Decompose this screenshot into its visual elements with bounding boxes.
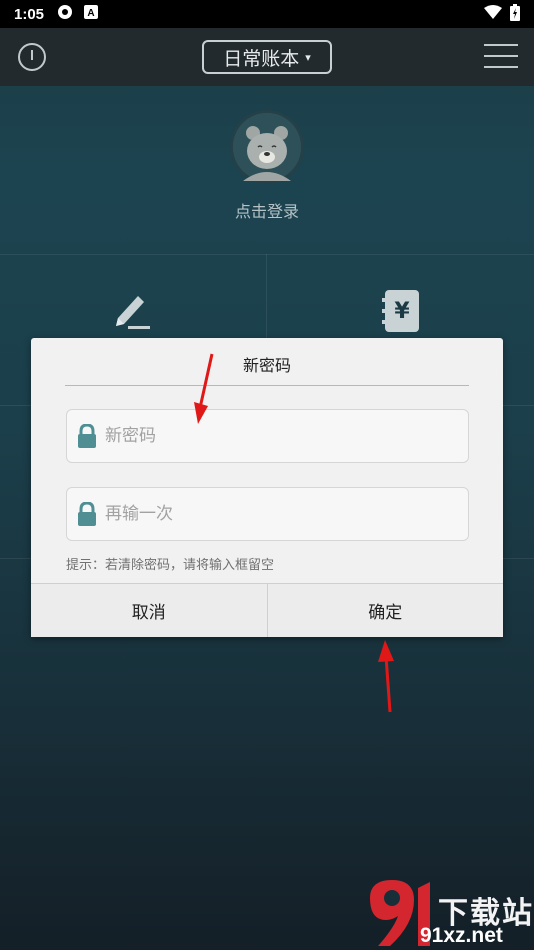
confirm-password-input[interactable] [105, 504, 445, 524]
annotation-arrow-icon [378, 640, 394, 713]
grid-divider [0, 254, 534, 255]
confirm-password-field[interactable] [66, 487, 469, 541]
dialog-title: 新密码 [242, 356, 291, 375]
settings-app-icon [56, 3, 74, 25]
chevron-down-icon: ▾ [305, 50, 311, 64]
status-time: 1:05 [14, 5, 45, 23]
app-toolbar: 日常账本 ▾ [0, 28, 534, 86]
new-password-input[interactable] [105, 426, 445, 446]
hamburger-menu-icon[interactable] [484, 44, 518, 70]
watermark-url: 91xz.net [420, 924, 503, 947]
dialog-button-row: 取消 确定 [31, 583, 503, 637]
a-app-icon: A [84, 5, 99, 23]
bear-avatar-icon [233, 113, 301, 181]
book-selector[interactable]: 日常账本 ▾ [202, 40, 332, 74]
cancel-button[interactable]: 取消 [31, 584, 268, 637]
wifi-icon [484, 5, 502, 23]
confirm-button[interactable]: 确定 [267, 584, 503, 637]
svg-text:A: A [87, 8, 94, 19]
status-bar: 1:05 A [0, 0, 534, 28]
lock-icon [77, 501, 97, 526]
new-password-field[interactable] [66, 409, 469, 463]
dialog-divider [65, 385, 469, 386]
password-hint: 提示：若清除密码，请将输入框留空 [66, 558, 275, 573]
login-link[interactable]: 点击登录 [0, 198, 534, 222]
book-selector-label: 日常账本 [223, 47, 300, 70]
lock-icon [77, 423, 97, 448]
annotation-arrow-icon [194, 353, 214, 424]
new-password-dialog: 新密码 提示：若清除密码，请将输入框留空 取消 确定 [31, 338, 503, 637]
battery-icon [510, 3, 520, 25]
yen-ledger-icon[interactable]: ¥ [382, 290, 420, 332]
power-icon[interactable] [17, 42, 47, 72]
avatar[interactable] [230, 110, 304, 184]
pen-icon[interactable] [110, 290, 154, 334]
svg-text:¥: ¥ [394, 299, 410, 324]
